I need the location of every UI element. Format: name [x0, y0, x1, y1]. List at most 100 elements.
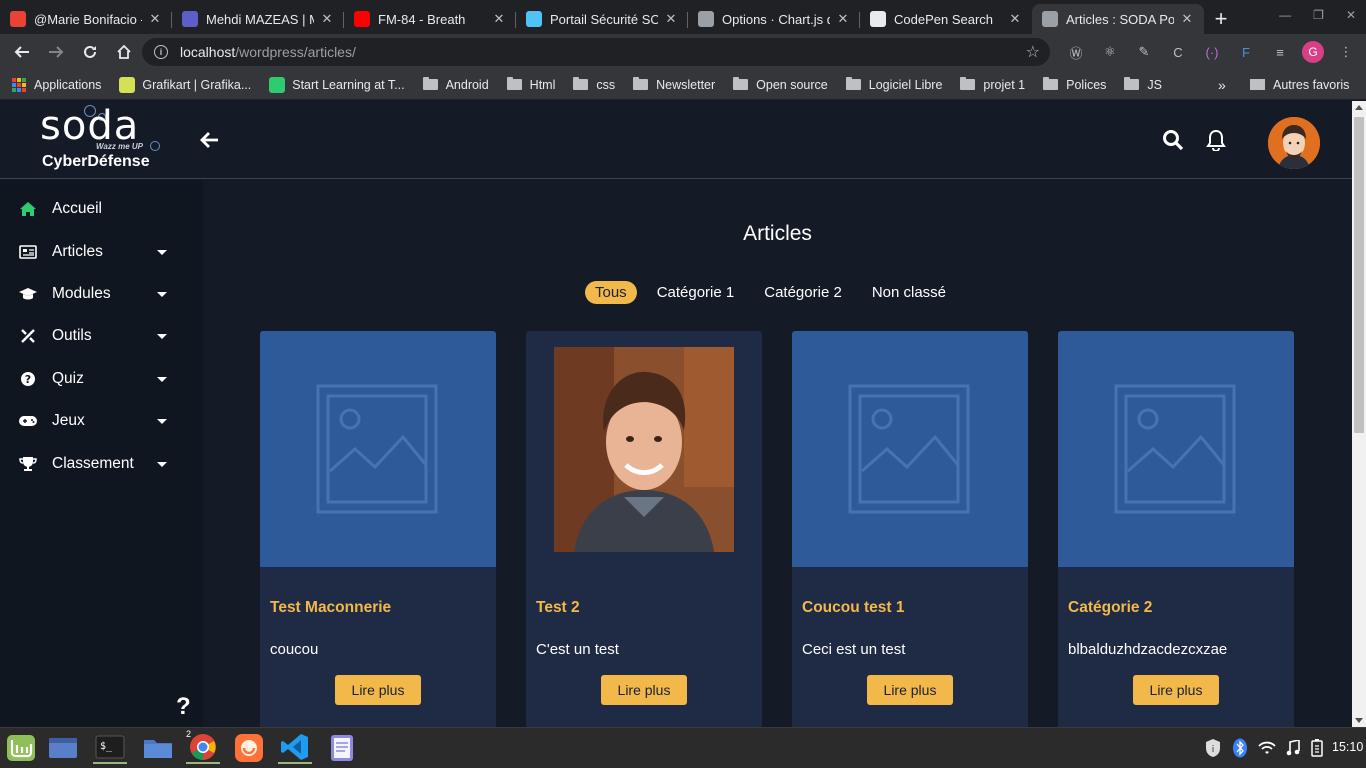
bookmark-start-learning[interactable]: Start Learning at T... [269, 76, 405, 93]
read-more-button[interactable]: Lire plus [1133, 675, 1219, 705]
sidebar-item-modules[interactable]: Modules [0, 274, 203, 314]
site-info-icon[interactable]: i [154, 45, 168, 59]
browser-menu-icon[interactable]: ⋮ [1334, 40, 1358, 64]
taskbar-chrome[interactable]: 2 [186, 729, 220, 764]
clock[interactable]: 15:10 [1332, 740, 1363, 754]
article-title[interactable]: Catégorie 2 [1068, 599, 1152, 617]
sidebar-item-outils[interactable]: Outils [0, 316, 203, 356]
sidebar-item-classement[interactable]: Classement [0, 444, 203, 484]
address-bar[interactable]: i localhost/wordpress/articles/ ☆ [142, 38, 1050, 66]
sidebar-item-label: Jeux [52, 412, 85, 429]
tab-close-icon[interactable]: ✕ [492, 11, 506, 27]
bookmark-folder-polices[interactable]: Polices [1043, 77, 1106, 92]
bookmark-label: css [596, 77, 616, 92]
article-excerpt: Ceci est un test [802, 641, 906, 658]
article-thumbnail[interactable] [1058, 331, 1294, 567]
show-desktop-button[interactable] [46, 732, 80, 764]
read-more-button[interactable]: Lire plus [867, 675, 953, 705]
article-title[interactable]: Test Maconnerie [270, 599, 391, 617]
minimize-icon[interactable]: — [1279, 8, 1291, 22]
filter-categorie-1[interactable]: Catégorie 1 [647, 281, 745, 304]
tab-close-icon[interactable]: ✕ [836, 11, 850, 27]
sidebar-toggle-button[interactable] [200, 129, 220, 157]
browser-tab-active[interactable]: Articles : SODA Por ✕ [1032, 4, 1204, 34]
bookmark-folder-open-source[interactable]: Open source [733, 77, 828, 92]
article-thumbnail[interactable] [526, 331, 762, 567]
sidebar-item-accueil[interactable]: Accueil [0, 189, 203, 229]
filter-tous[interactable]: Tous [585, 281, 637, 304]
bookmark-folder-projet-1[interactable]: projet 1 [960, 77, 1025, 92]
restore-icon[interactable]: ❐ [1313, 8, 1324, 22]
tab-close-icon[interactable]: ✕ [1008, 11, 1022, 27]
color-picker-extension-icon[interactable]: ✎ [1132, 40, 1156, 64]
reload-button[interactable] [74, 36, 106, 68]
back-button[interactable] [6, 36, 38, 68]
taskbar-file-manager[interactable] [141, 732, 175, 764]
bookmark-folder-js[interactable]: JS [1124, 77, 1162, 92]
article-title[interactable]: Test 2 [536, 599, 580, 617]
home-button[interactable] [108, 36, 140, 68]
notifications-button[interactable] [1206, 129, 1226, 156]
bookmark-folder-android[interactable]: Android [422, 77, 489, 92]
taskbar-vscode[interactable] [278, 732, 312, 764]
tab-close-icon[interactable]: ✕ [148, 11, 162, 27]
soda-logo[interactable]: soda Wazz me UP CyberDéfense [40, 103, 166, 173]
scrollbar-thumb[interactable] [1354, 117, 1364, 433]
mint-menu-button[interactable] [4, 732, 38, 764]
bookmark-folder-css[interactable]: css [573, 77, 616, 92]
search-button[interactable] [1162, 129, 1184, 156]
tab-close-icon[interactable]: ✕ [664, 11, 678, 27]
user-avatar[interactable] [1268, 117, 1320, 169]
close-window-icon[interactable]: ✕ [1346, 8, 1356, 22]
help-button[interactable]: ? [176, 693, 191, 721]
sidebar-item-quiz[interactable]: ? Quiz [0, 359, 203, 399]
forward-button[interactable] [40, 36, 72, 68]
bookmark-applications[interactable]: Applications [12, 77, 101, 92]
wordpress-extension-icon[interactable]: Ⓦ [1064, 40, 1088, 64]
tab-close-icon[interactable]: ✕ [1180, 11, 1194, 27]
article-thumbnail[interactable] [260, 331, 496, 567]
browser-tab[interactable]: Portail Sécurité SO ✕ [516, 4, 688, 34]
browser-tab[interactable]: FM-84 - Breath ✕ [344, 4, 516, 34]
article-thumbnail[interactable] [792, 331, 1028, 567]
folder-icon [960, 77, 976, 90]
browser-tab[interactable]: CodePen Search ✕ [860, 4, 1032, 34]
taskbar-firefox[interactable] [232, 732, 266, 764]
page-scrollbar[interactable] [1352, 101, 1366, 727]
bookmark-grafikart[interactable]: Grafikart | Grafika... [119, 76, 251, 93]
browser-tab[interactable]: Options · Chart.js d ✕ [688, 4, 860, 34]
graphql-extension-icon[interactable]: (·) [1200, 40, 1224, 64]
sidebar-item-jeux[interactable]: Jeux [0, 401, 203, 441]
battery-icon[interactable] [1310, 739, 1324, 762]
read-more-button[interactable]: Lire plus [601, 675, 687, 705]
bookmark-folder-html[interactable]: Html [506, 77, 555, 92]
taskbar-terminal[interactable]: $_ [93, 732, 127, 764]
browser-tab[interactable]: Mehdi MAZEAS | M ✕ [172, 4, 344, 34]
bookmark-star-icon[interactable]: ☆ [1026, 42, 1040, 62]
article-title[interactable]: Coucou test 1 [802, 599, 904, 617]
browser-tab[interactable]: @Marie Bonifacio - ✕ [0, 4, 172, 34]
arrow-left-icon [14, 46, 29, 58]
bluetooth-icon[interactable] [1232, 738, 1248, 763]
sound-icon[interactable] [1286, 739, 1300, 761]
update-manager-shield-icon[interactable]: i [1204, 738, 1222, 763]
filter-categorie-2[interactable]: Catégorie 2 [754, 281, 852, 304]
read-more-button[interactable]: Lire plus [335, 675, 421, 705]
css-extension-icon[interactable]: C [1166, 40, 1190, 64]
react-devtools-icon[interactable]: ⚛ [1098, 40, 1122, 64]
bookmark-folder-newsletter[interactable]: Newsletter [633, 77, 715, 92]
other-bookmarks[interactable]: Autres favoris [1250, 78, 1349, 92]
scroll-down-arrow-icon[interactable] [1355, 718, 1363, 723]
font-extension-icon[interactable]: F [1234, 40, 1258, 64]
taskbar-text-editor[interactable] [325, 732, 359, 764]
wifi-icon[interactable] [1258, 741, 1276, 760]
filter-non-classe[interactable]: Non classé [862, 281, 956, 304]
new-tab-button[interactable]: + [1204, 4, 1238, 34]
tab-close-icon[interactable]: ✕ [320, 11, 334, 27]
media-control-icon[interactable]: ≡ [1268, 40, 1292, 64]
bookmark-folder-logiciel-libre[interactable]: Logiciel Libre [845, 77, 942, 92]
scroll-up-arrow-icon[interactable] [1355, 105, 1363, 110]
profile-avatar[interactable]: G [1302, 41, 1324, 63]
bookmarks-overflow-button[interactable]: » [1218, 77, 1226, 93]
sidebar-item-articles[interactable]: Articles [0, 232, 203, 272]
